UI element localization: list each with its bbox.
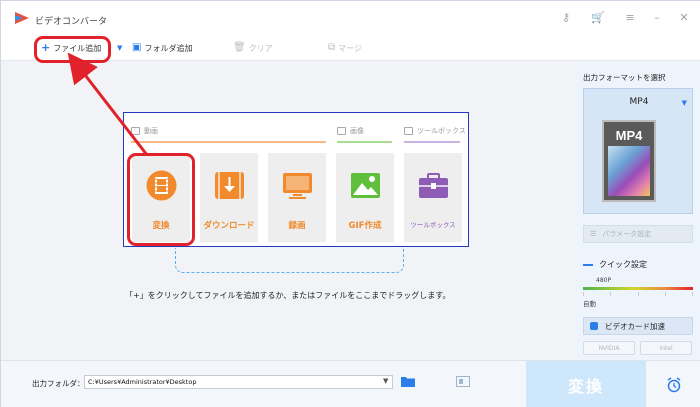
tile-download-label: ダウンロード	[203, 221, 255, 231]
gpu-acceleration-label: ビデオカード加速	[605, 321, 665, 331]
category-video: 動画	[131, 125, 158, 137]
convert-button[interactable]: 変換	[526, 361, 646, 407]
category-image: 画像	[337, 125, 364, 137]
merge-icon: ⧉	[328, 42, 336, 53]
format-selector[interactable]: MP4 ▼ MP4	[583, 88, 693, 214]
folder-icon: ▣	[132, 42, 142, 53]
add-folder-label: フォルダ追加	[144, 43, 193, 53]
download-icon	[215, 172, 244, 199]
drop-zone-outline[interactable]	[175, 248, 404, 273]
category-toolbox-line	[404, 141, 460, 143]
parameter-settings-label: パラメータ設定	[602, 230, 652, 238]
tile-record-label: 録画	[288, 221, 306, 231]
output-format-panel: 出力フォーマットを選択 MP4 ▼ MP4 ☰ パラメータ設定 クイック設定 4…	[574, 61, 700, 360]
chevron-down-icon[interactable]: ▼	[383, 377, 388, 385]
gpu-acceleration-button[interactable]: ビデオカード加速	[583, 317, 693, 335]
tile-toolbox-label: ツールボックス	[410, 221, 456, 229]
quick-setting: クイック設定	[583, 259, 647, 270]
film-strip-image	[608, 146, 650, 196]
highlight-add-file	[34, 36, 111, 63]
app-window: ビデオコンバータ ⚷ 🛒 ≡ – ✕ + ファイル追加 ▼ ▣ フォルダ追加 🗑…	[0, 0, 700, 407]
gpu-icon	[590, 322, 598, 330]
mp4-format-image: MP4	[602, 120, 656, 202]
nvidia-badge: NVIDIA	[583, 341, 635, 355]
video-icon	[131, 127, 140, 135]
category-toolbox-label: ツールボックス	[417, 127, 466, 135]
tile-download[interactable]: ダウンロード	[200, 153, 258, 242]
category-toolbox: ツールボックス	[404, 125, 466, 137]
alarm-clock-icon	[667, 377, 680, 393]
main-area[interactable]: 動画 画像 ツールボックス 変換 ダウンロード 録画 GIF作成 ツールボックス…	[1, 61, 574, 360]
intel-badge: Intel	[640, 341, 692, 355]
quick-setting-icon	[583, 263, 593, 266]
screen-record-icon	[283, 173, 312, 199]
clear-button[interactable]: 🗑 クリア	[233, 41, 273, 55]
picture-icon	[351, 173, 380, 198]
resolution-label: 480P	[596, 277, 612, 284]
alarm-clock-button[interactable]	[646, 361, 700, 407]
preview-folder-icon[interactable]	[456, 376, 470, 387]
trash-icon: 🗑	[233, 42, 246, 53]
title-bar: ビデオコンバータ ⚷ 🛒 ≡ – ✕	[1, 1, 700, 35]
category-video-line	[131, 141, 326, 143]
auto-label: 自動	[583, 300, 596, 308]
tile-gif[interactable]: GIF作成	[336, 153, 394, 242]
quick-setting-label: クイック設定	[599, 260, 647, 269]
tile-gif-label: GIF作成	[348, 221, 382, 231]
add-file-dropdown[interactable]: ▼	[117, 41, 122, 55]
open-folder-icon[interactable]	[401, 376, 415, 387]
category-video-label: 動画	[144, 127, 158, 135]
menu-icon[interactable]: ≡	[623, 11, 637, 25]
app-logo-icon	[15, 12, 29, 24]
output-folder-label: 出力フォルダ：	[32, 379, 85, 388]
highlight-convert-tile	[127, 153, 195, 246]
close-icon[interactable]: ✕	[677, 11, 691, 25]
bottom-bar: 出力フォルダ： C:¥Users¥Administrator¥Desktop ▼…	[1, 360, 700, 407]
clear-label: クリア	[248, 43, 273, 53]
chevron-down-icon: ▼	[681, 99, 687, 107]
parameter-settings-button[interactable]: ☰ パラメータ設定	[583, 225, 693, 243]
tile-toolbox[interactable]: ツールボックス	[404, 153, 462, 242]
toolbox-icon	[419, 173, 448, 198]
slider-ticks	[583, 292, 693, 297]
merge-button[interactable]: ⧉ マージ	[328, 41, 362, 55]
output-path-field[interactable]: C:¥Users¥Administrator¥Desktop	[84, 375, 393, 389]
format-name: MP4	[629, 97, 649, 107]
sliders-icon: ☰	[590, 230, 597, 238]
toolbox-small-icon	[404, 127, 413, 135]
quality-slider[interactable]	[583, 287, 693, 290]
minimize-icon[interactable]: –	[650, 11, 664, 25]
output-format-title: 出力フォーマットを選択	[583, 73, 666, 82]
key-icon[interactable]: ⚷	[559, 11, 573, 25]
merge-label: マージ	[338, 43, 362, 53]
app-title: ビデオコンバータ	[35, 17, 108, 27]
add-folder-button[interactable]: ▣ フォルダ追加	[132, 41, 192, 55]
image-icon	[337, 127, 346, 135]
category-image-label: 画像	[350, 127, 364, 135]
category-image-line	[337, 141, 392, 143]
format-badge: MP4	[615, 128, 643, 143]
tile-record[interactable]: 録画	[268, 153, 326, 242]
cart-icon[interactable]: 🛒	[591, 11, 605, 25]
chevron-down-icon: ▼	[117, 44, 123, 52]
drop-hint: 「+」をクリックしてファイルを追加するか、またはファイルをここまでドラッグします…	[125, 291, 451, 300]
